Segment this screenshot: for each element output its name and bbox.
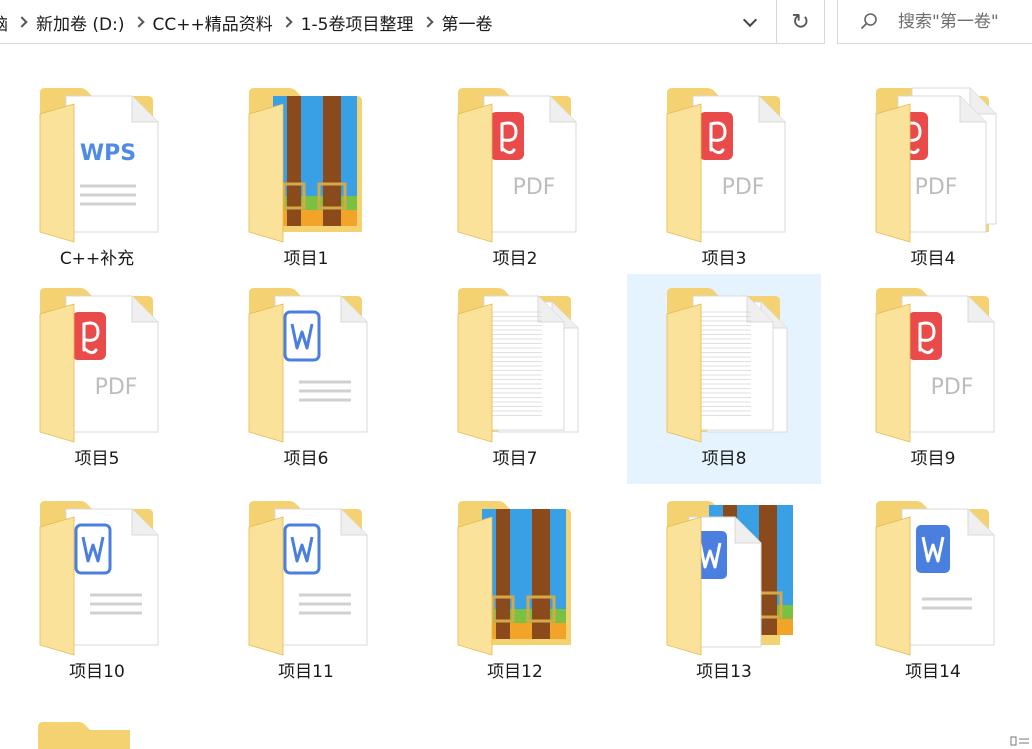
folder-name: 项目4 (910, 249, 956, 269)
folder-name: 项目1 (283, 249, 329, 269)
folder-name: 项目11 (278, 662, 334, 682)
svg-text:PDF: PDF (915, 175, 958, 200)
folder-name: 项目12 (487, 662, 543, 682)
folder-item[interactable]: 项目12 (418, 487, 612, 697)
folder-name: 项目6 (283, 449, 329, 469)
folder-item[interactable]: PDF 项目3 (627, 74, 821, 284)
folder-icon (649, 282, 799, 448)
folder-name: C++补充 (59, 249, 135, 269)
folder-icon: PDF (22, 282, 172, 448)
folder-icon (858, 495, 1008, 661)
file-grid: WPS C++补充 项目1 PDF 项目2 PDF 项目3 PDF 项目4 PD… (0, 0, 1032, 749)
folder-icon (440, 495, 590, 661)
folder-icon: PDF (858, 82, 1008, 248)
svg-text:PDF: PDF (95, 375, 138, 400)
folder-item[interactable]: PDF 项目2 (418, 74, 612, 284)
svg-text:PDF: PDF (722, 175, 765, 200)
folder-icon: PDF (440, 82, 590, 248)
folder-item-partial[interactable] (38, 722, 130, 749)
folder-item[interactable]: PDF 项目5 (0, 274, 194, 484)
folder-item[interactable]: 项目14 (836, 487, 1030, 697)
folder-name: 项目10 (69, 662, 125, 682)
folder-icon (231, 495, 381, 661)
folder-icon: WPS (22, 82, 172, 248)
folder-name: 项目8 (701, 449, 747, 469)
folder-name: 项目9 (910, 449, 956, 469)
folder-name: 项目3 (701, 249, 747, 269)
view-toggle-icon[interactable] (1010, 736, 1030, 746)
folder-item[interactable]: WPS C++补充 (0, 74, 194, 284)
svg-text:WPS: WPS (80, 141, 136, 166)
folder-icon (440, 282, 590, 448)
folder-name: 项目13 (696, 662, 752, 682)
folder-icon: PDF (649, 82, 799, 248)
folder-icon (22, 495, 172, 661)
folder-icon (231, 82, 381, 248)
svg-text:PDF: PDF (931, 375, 974, 400)
folder-item[interactable]: 项目8 (627, 274, 821, 484)
folder-icon: PDF (858, 282, 1008, 448)
folder-item[interactable]: 项目1 (209, 74, 403, 284)
folder-item[interactable]: PDF 项目9 (836, 274, 1030, 484)
folder-icon (231, 282, 381, 448)
folder-item[interactable]: 项目6 (209, 274, 403, 484)
folder-name: 项目2 (492, 249, 538, 269)
folder-item[interactable]: 项目10 (0, 487, 194, 697)
folder-name: 项目5 (74, 449, 120, 469)
svg-text:PDF: PDF (513, 175, 556, 200)
folder-item[interactable]: 项目13 (627, 487, 821, 697)
folder-item[interactable]: 项目7 (418, 274, 612, 484)
folder-item[interactable]: 项目11 (209, 487, 403, 697)
folder-item[interactable]: PDF 项目4 (836, 74, 1030, 284)
folder-icon (649, 495, 799, 661)
folder-name: 项目7 (492, 449, 538, 469)
folder-name: 项目14 (905, 662, 961, 682)
